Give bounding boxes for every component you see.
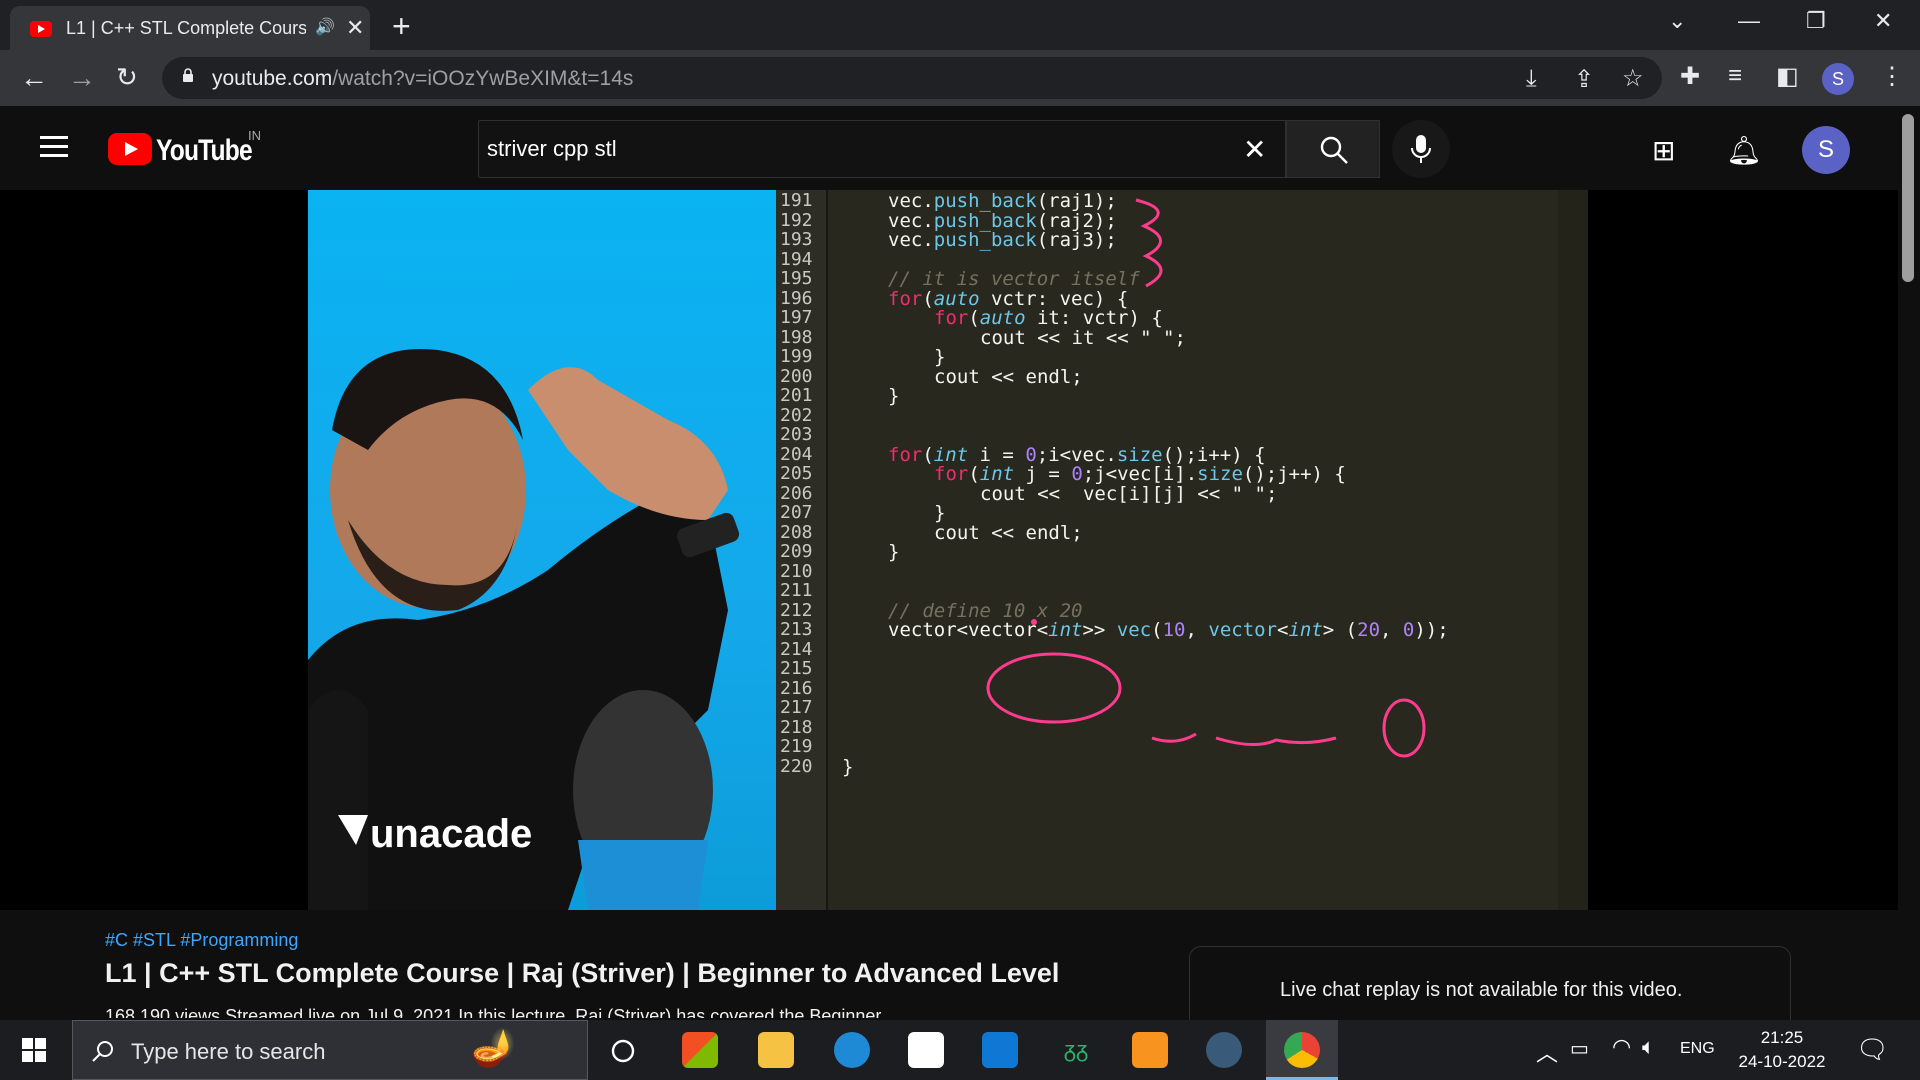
gmail-icon[interactable] [908,1032,944,1068]
media-control-icon[interactable]: ≡ [1728,62,1742,90]
youtube-favicon-icon [30,21,52,37]
instructor-webcam: unacade [308,190,776,910]
youtube-play-icon [108,133,152,165]
microsoft-store-icon[interactable] [682,1032,718,1068]
install-app-icon[interactable]: ⤓ [1526,65,1537,93]
tab-title: L1 | C++ STL Complete Course | Raj (Stri… [66,18,306,38]
country-code: IN [248,128,261,143]
url-text: youtube.com/watch?v=iOOzYwBeXIM&t=14s [212,67,634,90]
browser-tab[interactable]: L1 | C++ STL Complete Course | Raj (Stri… [10,6,370,50]
browser-toolbar: ← → ↻ youtube.com/watch?v=iOOzYwBeXIM&t=… [0,50,1920,106]
mail-icon[interactable] [982,1032,1018,1068]
chrome-taskbar-button[interactable] [1266,1020,1338,1080]
address-bar[interactable]: youtube.com/watch?v=iOOzYwBeXIM&t=14s ⤓ … [162,57,1662,99]
restore-icon[interactable]: ❐ [1806,8,1826,34]
app-launcher-icon[interactable] [1206,1032,1242,1068]
back-icon[interactable]: ← [20,62,48,94]
pen-annotations [986,198,1426,758]
forward-icon[interactable]: → [68,62,96,94]
tab-search-chevron-icon[interactable]: ⌄ [1668,8,1686,34]
input-language[interactable]: ENG [1680,1040,1715,1058]
diwali-lamp-icon: 🪔 [471,1027,516,1068]
live-chat-message: Live chat replay is not available for th… [1280,979,1683,1001]
chrome-menu-icon[interactable]: ⋮ [1880,62,1904,91]
youtube-header: YouTube IN ✕ ⊞ 🔔︎ S [0,106,1920,190]
search-button[interactable] [1286,120,1380,178]
action-center-icon[interactable]: 🗨︎ [1856,1034,1889,1065]
taskbar-search-box[interactable]: Type here to search 🪔 [72,1020,588,1080]
taskbar-clock[interactable]: 21:25 24-10-2022 [1734,1026,1830,1074]
tab-close-icon[interactable]: ✕ [346,15,364,41]
hamburger-menu-icon[interactable] [40,136,68,158]
microphone-icon [1411,135,1431,163]
window-close-icon[interactable]: ✕ [1874,8,1892,34]
lock-icon[interactable] [182,68,194,82]
notifications-bell-icon[interactable]: 🔔︎ [1726,134,1762,167]
scrollbar-thumb[interactable] [1902,114,1914,282]
gfg-icon[interactable]: ᵹᵹ [1058,1032,1094,1068]
volume-icon[interactable]: 🔈︎ [1642,1034,1655,1060]
file-explorer-icon[interactable] [758,1032,794,1068]
voice-search-button[interactable] [1392,120,1450,178]
taskbar-search-icon [92,1041,113,1062]
code-editor-view: 191 192 193 194 195 196 197 198 199 200 201 202 203 2… [776,190,1588,910]
video-title: L1 | C++ STL Complete Course | Raj (Stri… [105,958,1060,988]
chrome-icon [1284,1032,1320,1068]
clear-search-icon[interactable]: ✕ [1243,133,1266,166]
page-scrollbar[interactable] [1898,106,1920,1018]
bookmark-star-icon[interactable]: ☆ [1622,64,1644,93]
clock-time: 21:25 [1760,1028,1804,1047]
video-player[interactable]: unacade 191 192 193 194 195 196 197 198 199 200 20… [0,190,1898,910]
task-view-icon[interactable] [610,1038,636,1064]
windows-taskbar: Type here to search 🪔 ᵹᵹ ︿ ▭ ◠ 🔈︎ ENG 21… [0,1020,1920,1080]
minimize-icon[interactable]: — [1738,8,1760,34]
clock-date: 24-10-2022 [1738,1052,1826,1071]
browser-tab-strip: L1 | C++ STL Complete Course | Raj (Stri… [0,0,1920,50]
shirt-brand-text: unacade [370,812,533,856]
side-panel-icon[interactable]: ◧ [1776,62,1799,91]
video-meta: 168,190 views Streamed live on Jul 9, 20… [105,1006,882,1018]
youtube-wordmark: YouTube [156,134,253,167]
search-icon [1320,136,1348,164]
sublime-text-icon[interactable] [1132,1032,1168,1068]
search-box: ✕ [478,120,1286,178]
edge-browser-icon[interactable] [834,1032,870,1068]
create-video-icon[interactable]: ⊞ [1652,134,1675,167]
show-hidden-icons-icon[interactable]: ︿ [1536,1036,1558,1068]
share-icon[interactable]: ⇪ [1574,65,1594,94]
tab-audio-icon[interactable]: 🔊 [315,17,335,37]
new-tab-icon[interactable]: + [392,8,411,45]
windows-start-icon[interactable] [22,1038,46,1062]
search-input[interactable] [487,133,1187,165]
reload-icon[interactable]: ↻ [116,62,138,93]
account-avatar[interactable]: S [1802,126,1850,174]
extensions-icon[interactable]: ✚ [1680,62,1700,91]
battery-icon[interactable]: ▭ [1570,1036,1589,1061]
chrome-profile-avatar[interactable]: S [1822,63,1854,95]
taskbar-search-placeholder: Type here to search [131,1039,326,1064]
wifi-icon[interactable]: ◠ [1612,1034,1631,1060]
instructor-figure [308,349,740,910]
video-hashtags[interactable]: #C #STL #Programming [105,930,298,951]
